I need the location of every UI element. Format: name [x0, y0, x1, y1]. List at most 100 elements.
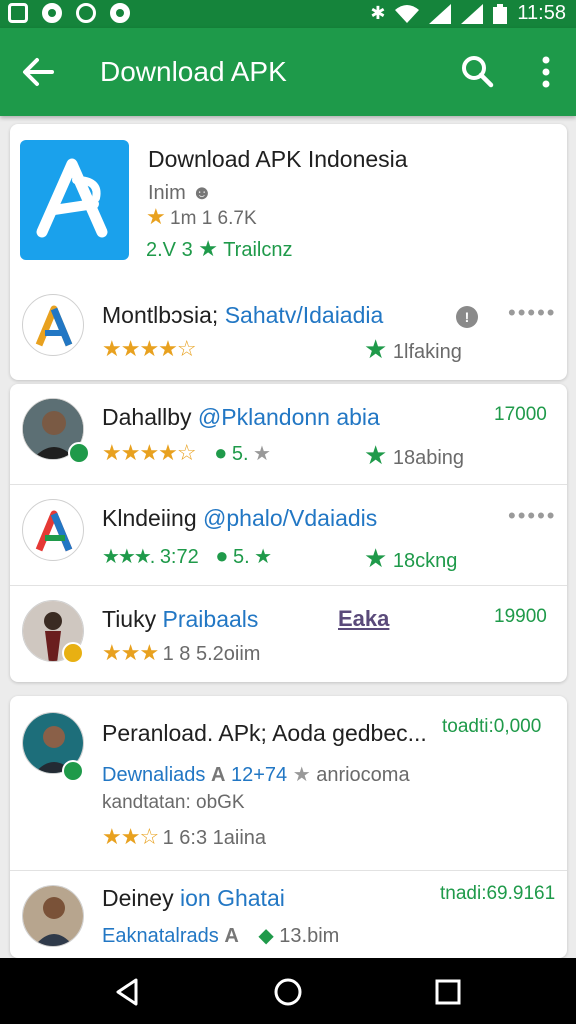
avatar [22, 885, 84, 947]
featured-rating-text: 1m 1 6.7K [170, 208, 257, 229]
download-count: toadti:0,000 [442, 716, 542, 737]
clock: 11:58 [517, 2, 566, 24]
rating-stars: ★★★★☆ [102, 336, 197, 362]
green-star-icon: ★ [254, 546, 273, 568]
app-list-card: Dahallby @Pklandonn abia 17000 ★★★★☆ ● 5… [10, 384, 567, 682]
list-item[interactable]: Dahallby @Pklandonn abia 17000 ★★★★☆ ● 5… [10, 384, 567, 484]
featured-card: Download APK Indonesia Inim ☻ ★ 1m 1 6.7… [10, 124, 567, 380]
item-badge-text: 5. [232, 546, 250, 568]
nav-recents-icon[interactable] [430, 974, 466, 1010]
item-title-line: Montlbɔsia; Sahatv/Idaiadia [102, 302, 383, 329]
apk-icon: A [224, 925, 239, 947]
featured-app-row[interactable]: Download APK Indonesia Inim ☻ ★ 1m 1 6.7… [10, 124, 567, 284]
green-star-rating-icon: ★★★ [102, 546, 152, 568]
nav-home-icon[interactable] [270, 974, 306, 1010]
wifi-icon [395, 4, 420, 23]
system-icons: ✱ 11:58 [370, 2, 566, 25]
download-title: Peranload. APk; Aoda gedbec... [102, 720, 427, 746]
list-item[interactable]: Klndeiing @phalo/Vdaiadis ••••• ★★★. 3:7… [10, 485, 567, 585]
apk-icon: A [210, 764, 226, 786]
download-item[interactable]: Peranload. APk; Aoda gedbec... toadti:0,… [10, 696, 567, 870]
item-title: Montlbɔsia; [102, 302, 219, 328]
item-meta: ★★★ 1 8 5.2oiim [102, 640, 260, 666]
download-item[interactable]: Deiney ion Ghatai tnadi:69.9161 Eaknatal… [10, 871, 567, 958]
more-vert-icon[interactable] [534, 54, 558, 90]
signal-2-icon [461, 3, 484, 24]
media-notification-icon [110, 3, 130, 23]
item-title: Klndeiing [102, 505, 197, 531]
download-sub: Dewnaliads A 12+74 ★ anriocoma [102, 762, 410, 787]
item-title-line: Dahallby @Pklandonn abia [102, 404, 380, 431]
app-logo [20, 140, 129, 260]
featured-line1-text: Inim [148, 182, 186, 204]
chat-bubble-icon: ● [215, 543, 229, 568]
download-sub-text[interactable]: Dewnaliads [102, 764, 205, 786]
download-title: Deiney [102, 885, 174, 911]
item-handle[interactable]: Praibaals [163, 606, 259, 632]
back-arrow-icon[interactable] [20, 54, 56, 90]
more-horiz-icon[interactable]: ••••• [508, 503, 557, 529]
download-sub-text[interactable]: Eaknatalrads [102, 925, 219, 947]
download-rating-text: 1 6:3 1aiina [162, 827, 267, 849]
green-star-icon: ★ [198, 236, 218, 261]
gallery-notification-icon [8, 3, 28, 23]
info-icon[interactable]: ! [456, 306, 478, 328]
item-right: ★ 18abing [364, 440, 464, 471]
signal-icon [429, 3, 452, 24]
download-sub3: anriocoma [316, 764, 410, 786]
item-handle[interactable]: @phalo/Vdaiadis [203, 505, 377, 531]
green-star-icon: ★ [364, 543, 388, 573]
item-handle[interactable]: Sahatv/Idaiadia [225, 302, 384, 328]
star-rating-icon: ★★★★☆ [102, 336, 197, 361]
download-rating: ★★☆ 1 6:3 1aiina [102, 824, 266, 850]
downloads-card: Peranload. APk; Aoda gedbec... toadti:0,… [10, 696, 567, 958]
apk-logo-icon [36, 158, 108, 238]
featured-line1: Inim ☻ [148, 182, 212, 205]
item-rating-text: 3:72 [159, 546, 199, 568]
item-title-line: Tiuky Praibaals [102, 606, 258, 633]
download-title-blue[interactable]: ion Ghatai [180, 885, 285, 911]
list-item[interactable]: Tiuky Praibaals Eaka 19900 ★★★ 1 8 5.2oi… [10, 586, 567, 682]
item-badge-text: 5. [231, 443, 249, 465]
grey-star-icon: ★ [252, 443, 271, 465]
item-right: ★ 1lfaking [364, 334, 462, 365]
green-star-icon: ★ [364, 440, 388, 470]
item-meta: ★★★. 3:72 ● 5. ★ [102, 543, 273, 568]
nav-back-icon[interactable] [110, 974, 146, 1010]
item-right-text: 1lfaking [392, 341, 462, 363]
chat-notification-icon [76, 3, 96, 23]
star-rating-icon: ★★☆ [102, 824, 159, 849]
star-rating-icon: ★★★★☆ [102, 440, 197, 465]
item-right-text: 18ckng [392, 550, 458, 572]
status-bar: ✱ 11:58 [0, 0, 576, 28]
green-star-icon: ★ [364, 334, 388, 364]
item-rating-text: 1 8 5.2oiim [162, 643, 261, 665]
item-right: ★ 18ckng [364, 543, 457, 574]
item-handle[interactable]: @Pklandonn abia [198, 404, 380, 430]
app-icon-a [35, 510, 73, 552]
star-rating-icon: ★★★ [102, 640, 159, 665]
featured-meta-text: 2.V 3 [146, 239, 193, 261]
verified-badge-icon [68, 442, 90, 464]
record-notification-icon [42, 3, 62, 23]
featured-title: Download APK Indonesia [148, 146, 408, 172]
star-icon: ★ [146, 204, 166, 229]
globe-icon: ☻ [191, 182, 213, 204]
featured-rating: ★ 1m 1 6.7K [146, 204, 257, 230]
person-avatar-icon [23, 886, 83, 946]
notification-icons [8, 3, 130, 23]
badge-icon [62, 642, 84, 664]
page-title: Download APK [100, 56, 287, 87]
grey-star-icon: ★ [292, 764, 311, 786]
app-bar: Download APK [0, 28, 576, 116]
item-title-line: Klndeiing @phalo/Vdaiadis [102, 505, 377, 532]
navigation-bar [0, 958, 576, 1024]
download-sub2: 12+74 [230, 764, 288, 786]
list-item[interactable]: Montlbɔsia; Sahatv/Idaiadia ! ••••• ★★★★… [10, 288, 567, 380]
item-meta: ★★★★☆ ● 5. ★ [102, 440, 271, 466]
more-horiz-icon[interactable]: ••••• [508, 300, 557, 326]
search-icon[interactable] [460, 54, 494, 88]
download-rating-text: 13.bim [279, 925, 340, 947]
avatar [22, 294, 84, 356]
item-link[interactable]: Eaka [338, 606, 389, 632]
